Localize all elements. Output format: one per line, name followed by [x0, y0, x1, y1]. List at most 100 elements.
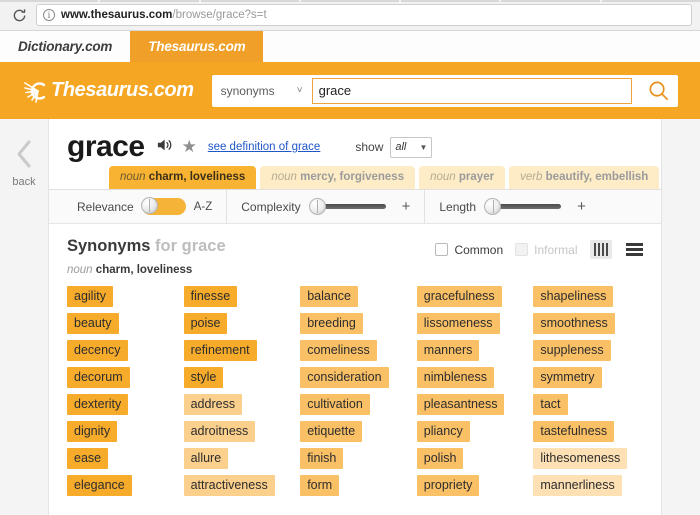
page-body: back grace ★ see definition of grace sho… [0, 119, 700, 515]
synonym-chip[interactable]: symmetry [533, 367, 602, 388]
synonym-chip[interactable]: balance [300, 286, 358, 307]
slider-rail[interactable] [499, 204, 562, 209]
caret-down-icon: ▼ [419, 142, 428, 152]
relevance-filter: Relevance A-Z [63, 190, 226, 223]
synonym-chip[interactable]: tastefulness [533, 421, 615, 442]
synonym-chip[interactable]: smoothness [533, 313, 615, 334]
synonym-chip[interactable]: decorum [67, 367, 130, 388]
search-type-select[interactable]: synonyms ˅ [212, 75, 312, 107]
synonym-chip[interactable]: suppleness [533, 340, 611, 361]
synonym-chip[interactable]: nimbleness [416, 367, 495, 388]
site-info-icon[interactable]: i [43, 9, 55, 21]
search-icon[interactable] [638, 75, 678, 107]
see-definition-link[interactable]: see definition of grace [208, 141, 321, 153]
pos-tab-mercy-forgiveness[interactable]: noun mercy, forgiveness [260, 166, 416, 189]
synonym-chip[interactable]: finesse [183, 286, 238, 307]
pos-tab-charm-loveliness[interactable]: noun charm, loveliness [109, 166, 257, 189]
synonym-chip[interactable]: pleasantness [416, 394, 505, 415]
synonym-chip[interactable]: comeliness [300, 340, 377, 361]
browser-tab-stub[interactable] [601, 0, 700, 2]
slider-rail[interactable] [323, 204, 386, 209]
synonym-chip[interactable]: beauty [67, 313, 119, 334]
synonym-chip[interactable]: lissomeness [416, 313, 500, 334]
synonym-chip[interactable]: ease [67, 448, 109, 469]
informal-filter[interactable]: Informal [515, 242, 578, 257]
search-input[interactable] [318, 83, 625, 98]
synonym-chip[interactable]: consideration [300, 367, 389, 388]
pos-tab-pos: noun [271, 171, 297, 183]
browser-tab-stub[interactable] [300, 0, 400, 2]
length-label: Length [439, 199, 477, 214]
synonym-chip[interactable]: manners [416, 340, 480, 361]
page-title: grace [67, 130, 145, 163]
synonym-chip[interactable]: cultivation [300, 394, 370, 415]
synonym-chip[interactable]: dexterity [67, 394, 129, 415]
common-checkbox[interactable] [435, 243, 449, 256]
browser-tab-stub[interactable] [401, 0, 500, 2]
synonyms-header: Synonyms for grace Common Informal [49, 224, 661, 259]
slider-knob[interactable] [308, 198, 326, 215]
length-slider[interactable] [484, 198, 562, 215]
synonym-chip[interactable]: finish [300, 448, 344, 469]
toggle-knob [140, 197, 158, 214]
address-bar[interactable]: i www.thesaurus.com/browse/grace?s=t [36, 4, 692, 26]
az-label[interactable]: A-Z [194, 201, 213, 213]
synonym-chip[interactable]: dignity [67, 421, 118, 442]
common-filter[interactable]: Common [435, 243, 503, 257]
pos-tab-sense: charm, loveliness [148, 171, 246, 183]
search-input-wrapper[interactable] [311, 77, 632, 104]
length-plus-icon[interactable]: + [577, 198, 586, 215]
site-tab-thesaurus[interactable]: Thesaurus.com [130, 31, 264, 62]
list-view-icon[interactable] [624, 241, 645, 258]
synonym-chip[interactable]: elegance [67, 475, 132, 496]
synonym-chip[interactable]: decency [67, 340, 128, 361]
star-icon[interactable]: ★ [182, 137, 197, 157]
synonym-chip[interactable]: address [183, 394, 243, 415]
synonym-chip[interactable]: breeding [300, 313, 363, 334]
site-logo[interactable]: Thesaurus.com [22, 77, 194, 105]
synonym-chip[interactable]: shapeliness [533, 286, 614, 307]
synonym-chip[interactable]: refinement [183, 340, 257, 361]
columns-view-icon[interactable] [589, 240, 612, 259]
site-header: Thesaurus.com synonyms ˅ [0, 62, 700, 119]
pos-tab-prayer[interactable]: noun prayer [419, 166, 506, 189]
browser-tab-stub[interactable] [501, 0, 600, 2]
browser-tab-stub[interactable] [100, 0, 199, 2]
complexity-slider[interactable] [308, 198, 386, 215]
relevance-toggle[interactable] [140, 197, 186, 215]
synonym-chip[interactable]: allure [183, 448, 229, 469]
synonym-chip[interactable]: mannerliness [533, 475, 622, 496]
pos-tab-sense: mercy, forgiveness [300, 171, 405, 183]
synonym-chip[interactable]: pliancy [416, 421, 470, 442]
synonym-chip[interactable]: lithesomeness [533, 448, 628, 469]
speaker-icon[interactable] [156, 137, 174, 158]
back-button[interactable]: back [0, 119, 48, 515]
browser-tab-stub[interactable] [200, 0, 299, 2]
complexity-plus-icon[interactable]: + [402, 198, 411, 215]
synonym-chip[interactable]: etiquette [300, 421, 363, 442]
site-logo-text: Thesaurus.com [51, 79, 194, 101]
show-select[interactable]: all ▼ [390, 136, 433, 158]
synonym-chip[interactable]: adroitness [183, 421, 256, 442]
synonym-chip[interactable]: style [183, 367, 224, 388]
pos-tab-beautify-embellish[interactable]: verb beautify, embellish [509, 166, 660, 189]
synonym-chip[interactable]: tact [533, 394, 568, 415]
chevron-left-icon [13, 139, 35, 174]
reload-icon[interactable] [8, 4, 30, 26]
synonym-chip[interactable]: propriety [416, 475, 480, 496]
synonym-chip[interactable]: form [300, 475, 340, 496]
slider-knob[interactable] [484, 198, 502, 215]
informal-checkbox[interactable] [515, 243, 529, 256]
synonym-chip[interactable]: gracefulness [416, 286, 502, 307]
synonym-chip[interactable]: attractiveness [183, 475, 275, 496]
browser-tab-stub[interactable] [0, 0, 99, 2]
synonym-chip[interactable]: poise [183, 313, 228, 334]
informal-label: Informal [534, 242, 578, 257]
site-tab-bar: Dictionary.com Thesaurus.com [0, 31, 700, 62]
show-select-value: all [395, 141, 407, 153]
synonym-chip[interactable]: agility [67, 286, 113, 307]
synonyms-title-suffix: for grace [155, 237, 226, 255]
site-tab-dictionary[interactable]: Dictionary.com [0, 31, 131, 62]
common-label: Common [454, 242, 504, 257]
synonym-chip[interactable]: polish [416, 448, 464, 469]
